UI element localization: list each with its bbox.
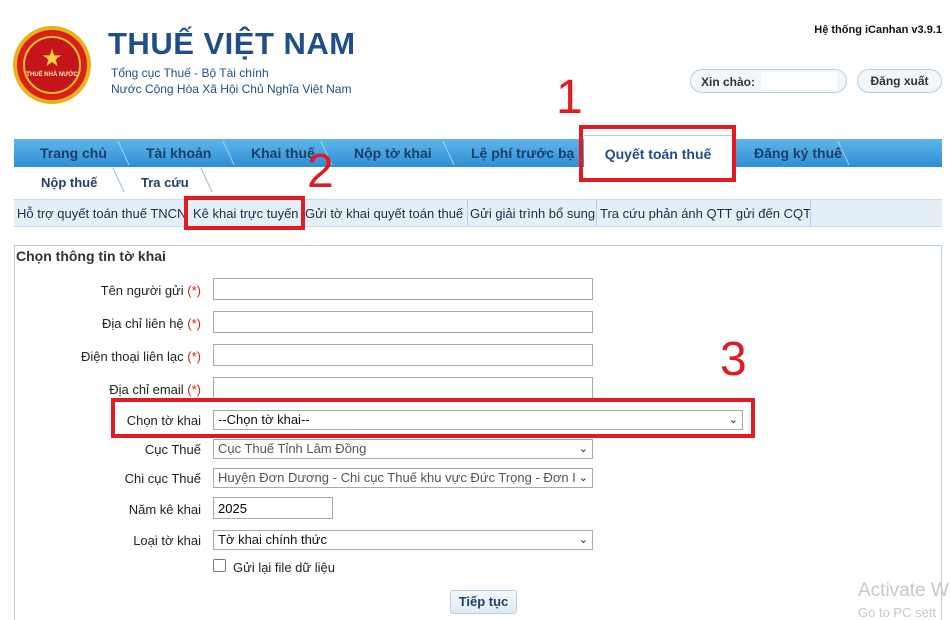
- tax-dept-select-value: Cục Thuế Tỉnh Lâm Đồng: [218, 441, 367, 456]
- activation-watermark-subtitle: Go to PC sett: [858, 605, 937, 620]
- required-mark: (*): [187, 316, 201, 331]
- site-subtitle-2: Nước Cộng Hòa Xã Hội Chủ Nghĩa Việt Nam: [111, 82, 352, 96]
- continue-button[interactable]: Tiếp tục: [450, 590, 517, 614]
- chevron-down-icon: ⌄: [578, 469, 588, 487]
- subnav-separator: [200, 168, 213, 192]
- star-icon: ★: [41, 45, 63, 72]
- logo-text: THUẾ NHÀ NƯỚC: [26, 72, 78, 78]
- annotation-number-3: 3: [720, 333, 747, 386]
- site-title: THUẾ VIỆT NAM: [108, 26, 356, 61]
- email-input[interactable]: [213, 377, 593, 399]
- main-nav: Trang chủ Tài khoản Khai thuế Nộp tờ kha…: [14, 139, 942, 167]
- greeting-box: Xin chào:: [690, 69, 847, 93]
- func-separator: [596, 200, 597, 226]
- sub-dept-label: Chi cục Thuế: [124, 471, 201, 486]
- year-label: Năm kê khai: [128, 502, 201, 517]
- func-separator: [810, 200, 811, 226]
- chevron-down-icon: ⌄: [578, 443, 588, 455]
- activation-watermark-title: Activate W: [858, 580, 949, 601]
- sub-dept-select[interactable]: Huyện Đơn Dương - Chi cục Thuế khu vực Đ…: [213, 468, 593, 488]
- greeting-label: Xin chào:: [701, 75, 756, 89]
- nav-registration-fee[interactable]: Lệ phí trước bạ: [471, 139, 574, 167]
- greeting-username: [761, 72, 837, 90]
- nav-declare-tax[interactable]: Khai thuế: [251, 139, 315, 167]
- return-type-select-value: Tờ khai chính thức: [218, 532, 327, 547]
- subnav-separator: [112, 168, 125, 192]
- annotation-box-2: [184, 196, 305, 230]
- site-subtitle-1: Tổng cục Thuế - Bộ Tài chính: [111, 66, 269, 80]
- return-type-select[interactable]: Tờ khai chính thức ⌄: [213, 530, 593, 550]
- tax-dept-label: Cục Thuế: [144, 442, 201, 457]
- annotation-box-1: [579, 125, 736, 182]
- func-feedback-lookup[interactable]: Tra cứu phản ánh QTT gửi đến CQT: [600, 206, 811, 221]
- resend-file-checkbox[interactable]: [213, 559, 226, 572]
- return-type-label: Loại tờ khai: [133, 533, 201, 548]
- address-label: Địa chỉ liên hệ (*): [102, 316, 201, 331]
- nav-submit-return[interactable]: Nộp tờ khai: [354, 139, 432, 167]
- required-mark: (*): [187, 349, 201, 364]
- address-input[interactable]: [213, 311, 593, 333]
- year-input[interactable]: [213, 497, 333, 519]
- form-panel-title: Chọn thông tin tờ khai: [16, 248, 166, 264]
- func-send-finalization[interactable]: Gửi tờ khai quyết toán thuế: [305, 206, 463, 221]
- nav-separator: [433, 141, 455, 165]
- tax-dept-select[interactable]: Cục Thuế Tỉnh Lâm Đồng ⌄: [213, 439, 593, 459]
- func-separator: [467, 200, 468, 226]
- annotation-number-1: 1: [556, 71, 583, 124]
- nav-separator: [213, 141, 235, 165]
- logout-button[interactable]: Đăng xuất: [857, 69, 942, 93]
- phone-label: Điện thoại liên lạc (*): [81, 349, 201, 364]
- nav-home[interactable]: Trang chủ: [40, 139, 107, 167]
- annotation-box-3: [111, 398, 755, 438]
- func-finalization-support[interactable]: Hỗ trợ quyết toán thuế TNCN: [17, 206, 186, 221]
- phone-input[interactable]: [213, 344, 593, 366]
- subnav-lookup[interactable]: Tra cứu: [141, 175, 189, 190]
- chevron-down-icon: ⌄: [578, 534, 588, 546]
- email-label: Địa chỉ email (*): [109, 382, 201, 397]
- nav-separator: [108, 141, 130, 165]
- sender-name-input[interactable]: [213, 278, 593, 300]
- nav-account[interactable]: Tài khoản: [146, 139, 211, 167]
- required-mark: (*): [187, 382, 201, 397]
- required-mark: (*): [187, 283, 201, 298]
- subnav-pay-tax[interactable]: Nộp thuế: [41, 175, 97, 190]
- system-version: Hệ thống iCanhan v3.9.1: [814, 24, 942, 36]
- resend-file-label: Gửi lại file dữ liệu: [233, 560, 335, 575]
- tax-emblem-logo: ★ THUẾ NHÀ NƯỚC: [13, 26, 91, 104]
- func-send-explanation[interactable]: Gửi giải trình bổ sung: [470, 206, 595, 221]
- sender-name-label: Tên người gửi (*): [100, 283, 201, 298]
- sub-dept-select-value: Huyện Đơn Dương - Chi cục Thuế khu vực Đ…: [218, 470, 576, 485]
- annotation-number-2: 2: [307, 145, 334, 198]
